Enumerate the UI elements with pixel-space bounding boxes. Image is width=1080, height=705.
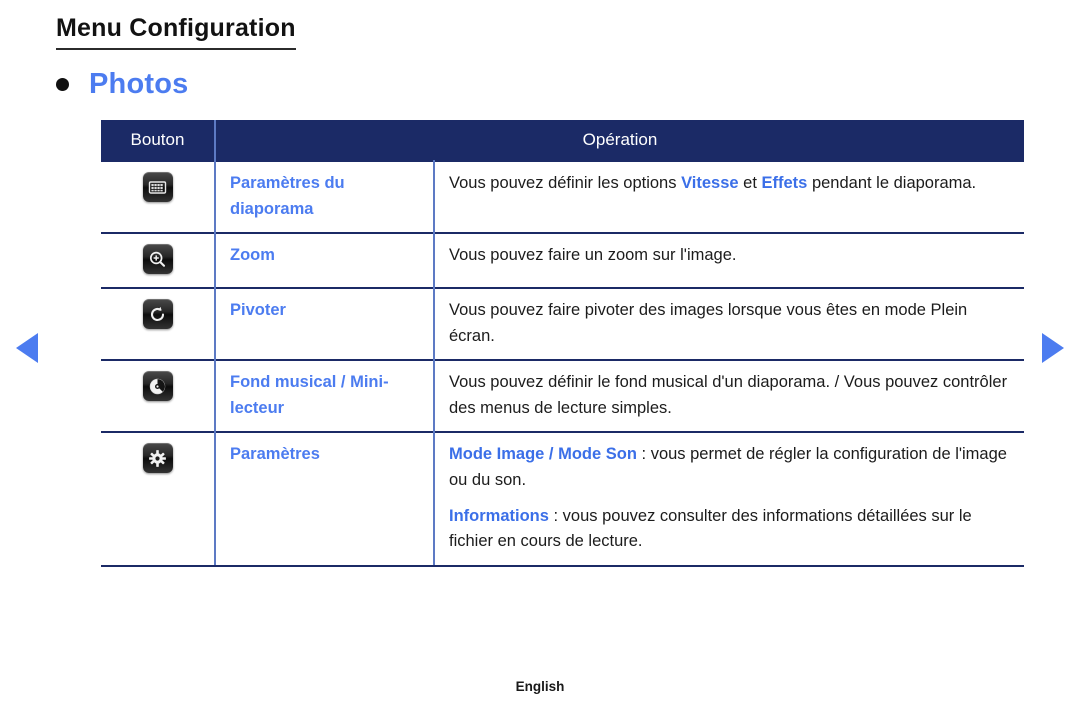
description-paragraph: Mode Image / Mode Son : vous permet de r… (449, 442, 1014, 493)
section-heading: Photos (56, 68, 188, 101)
description-text: et (738, 174, 762, 192)
table-row: Paramètres Mode Image / Mode Son : vous p… (101, 431, 1025, 567)
description-text: Vous pouvez définir les options (449, 174, 682, 192)
table-cell-description: Vous pouvez définir le fond musical d'un… (434, 359, 1025, 433)
page-title: Menu Configuration (56, 14, 296, 50)
description-paragraph: Vous pouvez définir les options Vitesse … (449, 171, 1014, 197)
description-text: pendant le diaporama. (807, 174, 977, 192)
table-cell-button-icon (101, 431, 215, 567)
table-cell-description: Mode Image / Mode Son : vous permet de r… (434, 431, 1025, 567)
table-row: Zoom Vous pouvez faire un zoom sur l'imag… (101, 232, 1025, 289)
table-row: Fond musical / Mini-lecteur Vous pouvez d… (101, 359, 1025, 433)
table-cell-function-name: Fond musical / Mini-lecteur (214, 359, 435, 433)
gear-settings-icon (142, 443, 173, 474)
table-cell-button-icon (101, 359, 215, 433)
highlighted-term: Effets (761, 174, 808, 192)
description-paragraph: Vous pouvez faire pivoter des images lor… (449, 298, 1014, 349)
music-disc-icon (142, 371, 173, 402)
footer-language-label: English (515, 679, 565, 694)
table-row: Paramètres du diaporama Vous pouvez défin… (101, 159, 1025, 234)
next-page-arrow-icon[interactable] (1042, 333, 1064, 363)
table-cell-button-icon (101, 159, 215, 234)
table-cell-description: Vous pouvez définir les options Vitesse … (434, 159, 1025, 234)
column-header-bouton: Bouton (101, 120, 216, 161)
spec-table-container: Bouton Opération Paramètres du diaporama… (101, 120, 1025, 567)
table-cell-function-name: Paramètres du diaporama (214, 159, 435, 234)
table-header-row: Bouton Opération (101, 120, 1025, 161)
table-body: Paramètres du diaporama Vous pouvez défin… (101, 159, 1025, 567)
table-cell-description: Vous pouvez faire pivoter des images lor… (434, 287, 1025, 361)
description-paragraph: Vous pouvez faire un zoom sur l'image. (449, 243, 1014, 269)
description-text: Vous pouvez faire un zoom sur l'image. (449, 246, 737, 265)
spec-table: Bouton Opération Paramètres du diaporama… (101, 120, 1025, 567)
description-paragraph: Informations : vous pouvez consulter des… (449, 504, 1014, 555)
rotate-icon (142, 299, 173, 330)
bullet-dot-icon (56, 78, 69, 91)
zoom-icon (142, 244, 173, 275)
table-cell-function-name: Paramètres (214, 431, 435, 567)
column-header-operation: Opération (215, 120, 1025, 161)
highlighted-term: Vitesse (681, 174, 739, 192)
section-heading-label: Photos (89, 68, 189, 100)
description-text: Vous pouvez définir le fond musical d'un… (449, 373, 1008, 417)
highlighted-term: Informations (449, 506, 549, 525)
slideshow-settings-icon (142, 172, 173, 202)
description-text: Vous pouvez faire pivoter des images lor… (449, 301, 968, 345)
table-cell-function-name: Zoom (214, 232, 435, 289)
table-cell-description: Vous pouvez faire un zoom sur l'image. (434, 232, 1025, 289)
table-header: Bouton Opération (101, 120, 1025, 161)
table-row: Pivoter Vous pouvez faire pivoter des ima… (101, 287, 1025, 361)
previous-page-arrow-icon[interactable] (16, 333, 38, 363)
table-cell-button-icon (101, 232, 215, 289)
table-cell-button-icon (101, 287, 215, 361)
table-cell-function-name: Pivoter (214, 287, 435, 361)
description-paragraph: Vous pouvez définir le fond musical d'un… (449, 370, 1014, 421)
highlighted-term: Mode Image / Mode Son (449, 445, 637, 464)
